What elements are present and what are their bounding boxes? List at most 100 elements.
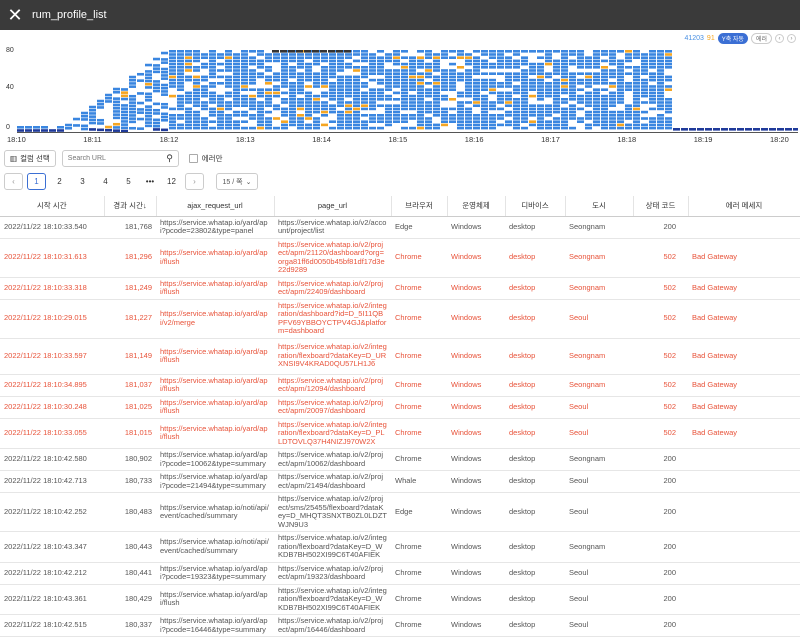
heatmap-cell[interactable]	[561, 69, 568, 72]
heatmap-cell[interactable]	[321, 56, 328, 59]
heatmap-cell[interactable]	[449, 117, 456, 120]
heatmap-cell[interactable]	[233, 53, 240, 56]
heatmap-cell[interactable]	[345, 53, 352, 56]
heatmap-cell[interactable]	[521, 82, 528, 85]
heatmap-cell[interactable]	[313, 82, 320, 85]
heatmap-cell[interactable]	[633, 123, 640, 127]
heatmap-cell[interactable]	[257, 94, 264, 98]
heatmap-cell[interactable]	[369, 98, 376, 101]
heatmap-cell[interactable]	[121, 91, 128, 94]
heatmap-cell[interactable]	[145, 63, 152, 67]
heatmap-cell[interactable]	[225, 75, 232, 79]
heatmap-cell[interactable]	[537, 85, 544, 88]
heatmap-cell[interactable]	[409, 85, 416, 88]
heatmap-cell[interactable]	[369, 53, 376, 56]
heatmap-cell[interactable]	[569, 72, 576, 75]
heatmap-cell[interactable]	[457, 114, 464, 117]
heatmap-cell[interactable]	[345, 126, 352, 130]
heatmap-cell[interactable]	[201, 101, 208, 104]
heatmap-cell[interactable]	[473, 88, 480, 91]
heatmap-cell[interactable]	[585, 117, 592, 120]
heatmap-cell[interactable]	[257, 126, 264, 130]
heatmap-cell[interactable]	[145, 108, 152, 112]
heatmap-cell[interactable]	[385, 123, 392, 127]
heatmap-cell[interactable]	[385, 98, 392, 101]
heatmap-cell[interactable]	[169, 69, 176, 72]
heatmap-cell[interactable]	[241, 104, 248, 107]
heatmap-cell[interactable]	[321, 101, 328, 104]
heatmap-cell[interactable]	[113, 110, 120, 113]
heatmap-cell[interactable]	[425, 101, 432, 104]
heatmap-cell[interactable]	[121, 126, 128, 130]
heatmap-cell[interactable]	[505, 66, 512, 69]
heatmap-cell[interactable]	[345, 75, 352, 79]
heatmap-cell[interactable]	[297, 59, 304, 63]
heatmap-cell[interactable]	[121, 116, 128, 120]
heatmap-cell[interactable]	[401, 56, 408, 59]
heatmap-cell[interactable]	[361, 94, 368, 98]
heatmap-cell[interactable]	[361, 72, 368, 75]
heatmap-cell[interactable]	[305, 75, 312, 79]
heatmap-cell[interactable]	[417, 110, 424, 114]
heatmap-cell[interactable]	[153, 108, 160, 112]
heatmap-cell[interactable]	[361, 56, 368, 59]
page-button[interactable]: 5	[119, 173, 138, 190]
heatmap-cell[interactable]	[593, 104, 600, 107]
heatmap-cell[interactable]	[361, 120, 368, 123]
heatmap-cell[interactable]	[281, 75, 288, 79]
heatmap-cell[interactable]	[401, 126, 408, 130]
heatmap-cell[interactable]	[337, 69, 344, 72]
heatmap-cell[interactable]	[577, 101, 584, 104]
heatmap-cell[interactable]	[465, 69, 472, 72]
heatmap-cell[interactable]	[665, 126, 672, 130]
heatmap-cell[interactable]	[417, 104, 424, 107]
heatmap-cell[interactable]	[585, 126, 592, 130]
heatmap-cell[interactable]	[369, 88, 376, 91]
heatmap-cell[interactable]	[113, 103, 120, 107]
heatmap-cell[interactable]	[521, 94, 528, 98]
heatmap-cell[interactable]	[297, 53, 304, 56]
heatmap-cell[interactable]	[585, 66, 592, 69]
heatmap-cell[interactable]	[305, 104, 312, 107]
heatmap-cell[interactable]	[401, 101, 408, 104]
heatmap-cell[interactable]	[721, 128, 728, 131]
heatmap-cell[interactable]	[313, 101, 320, 104]
heatmap-cell[interactable]	[617, 114, 624, 117]
heatmap-cell[interactable]	[257, 114, 264, 117]
heatmap-cell[interactable]	[225, 50, 232, 53]
heatmap-cell[interactable]	[201, 88, 208, 91]
heatmap-cell[interactable]	[113, 116, 120, 120]
heatmap-cell[interactable]	[609, 82, 616, 85]
heatmap-cell[interactable]	[441, 78, 448, 82]
heatmap-cell[interactable]	[433, 91, 440, 95]
heatmap-cell[interactable]	[345, 78, 352, 82]
column-header[interactable]: 운영체제	[447, 196, 506, 217]
heatmap-cell[interactable]	[289, 75, 296, 79]
heatmap-cell[interactable]	[401, 62, 408, 66]
heatmap-cell[interactable]	[137, 111, 144, 114]
heatmap-cell[interactable]	[409, 72, 416, 75]
heatmap-cell[interactable]	[169, 72, 176, 75]
heatmap-cell[interactable]	[145, 82, 152, 86]
heatmap-cell[interactable]	[625, 56, 632, 59]
heatmap-cell[interactable]	[193, 123, 200, 127]
heatmap-cell[interactable]	[761, 128, 768, 131]
heatmap-cell[interactable]	[617, 72, 624, 75]
heatmap-cell[interactable]	[281, 123, 288, 127]
heatmap-cell[interactable]	[425, 53, 432, 56]
heatmap-cell[interactable]	[257, 120, 264, 123]
heatmap-cell[interactable]	[313, 104, 320, 107]
heatmap-cell[interactable]	[617, 75, 624, 79]
heatmap-cell[interactable]	[521, 56, 528, 59]
heatmap-cell[interactable]	[169, 53, 176, 56]
heatmap-cell[interactable]	[121, 107, 128, 110]
heatmap-cell[interactable]	[369, 126, 376, 130]
heatmap-cell[interactable]	[193, 59, 200, 63]
heatmap-cell[interactable]	[249, 126, 256, 130]
heatmap-cell[interactable]	[409, 69, 416, 72]
heatmap-cell[interactable]	[657, 85, 664, 88]
heatmap-cell[interactable]	[233, 75, 240, 79]
heatmap-cell[interactable]	[305, 101, 312, 104]
heatmap-cell[interactable]	[569, 104, 576, 107]
heatmap-cell[interactable]	[417, 62, 424, 66]
